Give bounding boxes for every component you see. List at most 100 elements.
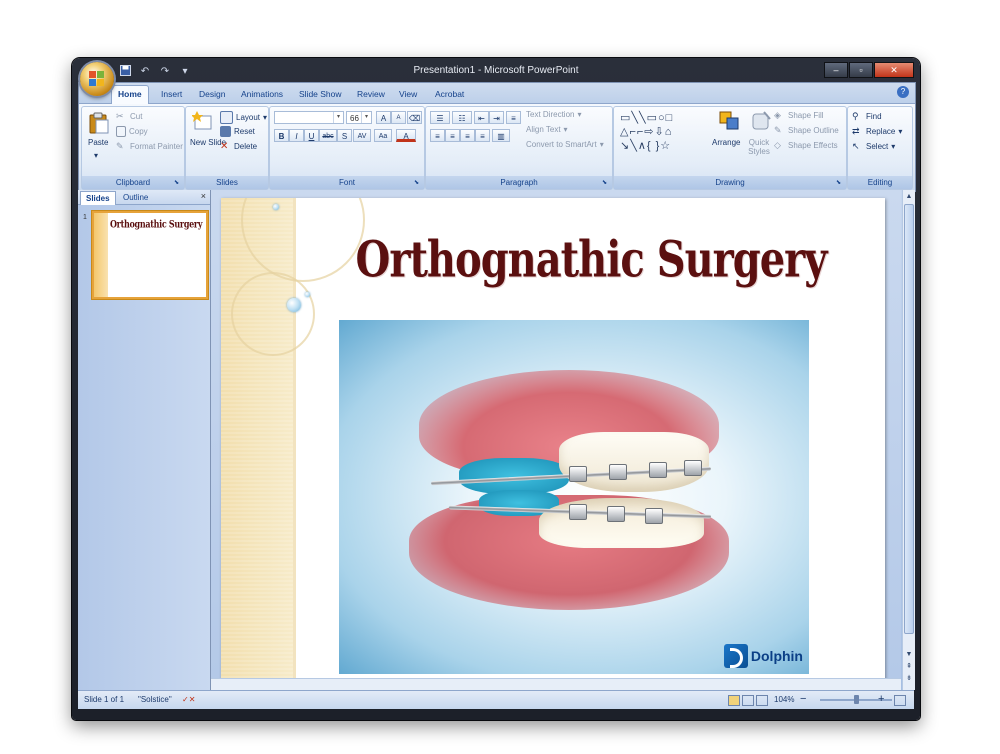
- tab-design[interactable]: Design: [193, 86, 231, 102]
- numbering-button[interactable]: ☷: [452, 111, 472, 124]
- change-case-button[interactable]: Aa: [374, 129, 392, 142]
- font-family-dropdown-icon[interactable]: ▾: [333, 112, 343, 123]
- text-direction-button[interactable]: Text Direction ▾: [526, 110, 581, 119]
- shapes-row-2[interactable]: △⌐⌐⇨⇩⌂: [620, 125, 716, 139]
- copy-button[interactable]: Copy: [116, 126, 148, 137]
- slide-title[interactable]: Orthognathic Surgery: [321, 230, 861, 289]
- qat-more-icon[interactable]: ▾: [178, 65, 192, 79]
- italic-button[interactable]: I: [289, 129, 304, 142]
- font-size-combo[interactable]: 66 ▾: [346, 111, 372, 124]
- spelling-check-icon[interactable]: ✓✕: [182, 695, 195, 704]
- tab-slides[interactable]: Slides: [80, 191, 116, 205]
- select-button[interactable]: ↖ Select ▾: [852, 141, 895, 152]
- tab-review[interactable]: Review: [351, 86, 391, 102]
- slide-show-icon[interactable]: [756, 695, 768, 706]
- tab-slide-show[interactable]: Slide Show: [293, 86, 348, 102]
- next-slide-icon[interactable]: ⇟: [904, 674, 914, 684]
- reset-button[interactable]: Reset: [220, 126, 255, 137]
- layout-button[interactable]: Layout ▾: [220, 111, 267, 124]
- font-size-dropdown-icon[interactable]: ▾: [361, 112, 371, 123]
- thumbnail-title: Orthognathic Surgery: [110, 217, 203, 230]
- align-left-button[interactable]: ≡: [430, 129, 445, 142]
- shape-outline-button[interactable]: ✎ Shape Outline: [774, 125, 839, 136]
- help-icon[interactable]: ?: [897, 86, 909, 98]
- align-right-button[interactable]: ≡: [460, 129, 475, 142]
- quick-styles-button[interactable]: Quick Styles: [744, 138, 774, 156]
- find-button[interactable]: ⚲ Find: [852, 111, 882, 122]
- justify-button[interactable]: ≡: [475, 129, 490, 142]
- office-button[interactable]: [80, 62, 114, 96]
- tab-insert[interactable]: Insert: [155, 86, 188, 102]
- increase-indent-button[interactable]: ⇥: [489, 111, 504, 124]
- vertical-scrollbar[interactable]: ▲ ▼ ⇞ ⇟: [902, 190, 915, 690]
- normal-view-icon[interactable]: [728, 695, 740, 706]
- font-family-combo[interactable]: ▾: [274, 111, 344, 124]
- cut-label: Cut: [130, 112, 143, 121]
- slide-sorter-icon[interactable]: [742, 695, 754, 706]
- tab-animations[interactable]: Animations: [235, 86, 289, 102]
- text-shadow-button[interactable]: S: [337, 129, 352, 142]
- scroll-thumb[interactable]: [904, 204, 914, 634]
- shape-effects-button[interactable]: ◇ Shape Effects: [774, 140, 838, 151]
- zoom-out-button[interactable]: −: [800, 693, 806, 705]
- convert-smartart-button[interactable]: Convert to SmartArt ▾: [526, 140, 604, 149]
- columns-button[interactable]: ▥: [492, 129, 510, 142]
- slide-canvas[interactable]: Orthognathic Surgery Dolphin: [221, 198, 885, 694]
- zoom-slider-knob[interactable]: [854, 695, 859, 704]
- undo-icon[interactable]: ↶: [138, 65, 152, 79]
- scroll-up-icon[interactable]: ▲: [904, 192, 914, 202]
- braces-photo[interactable]: Dolphin: [339, 320, 809, 674]
- fit-slide-icon[interactable]: [894, 695, 906, 706]
- slide-thumbnail[interactable]: Orthognathic Surgery: [92, 211, 208, 299]
- minimize-button[interactable]: –: [824, 62, 848, 78]
- zoom-in-button[interactable]: +: [878, 693, 884, 705]
- paragraph-launcher-icon[interactable]: ⬊: [602, 179, 610, 187]
- bracket-lower-3: [645, 508, 663, 524]
- arrange-button[interactable]: Arrange: [712, 138, 740, 147]
- tab-home[interactable]: Home: [111, 85, 149, 104]
- line-spacing-button[interactable]: ≡: [506, 111, 521, 124]
- font-color-button[interactable]: A: [396, 129, 416, 142]
- shape-fill-button[interactable]: ◈ Shape Fill: [774, 110, 824, 121]
- ribbon-home-panel: Paste ▾ ✂ Cut Copy ✎ Format Painter Clipbo…: [79, 104, 915, 190]
- drawing-launcher-icon[interactable]: ⬊: [836, 179, 844, 187]
- previous-slide-icon[interactable]: ⇞: [904, 662, 914, 672]
- text-direction-label: Text Direction: [526, 110, 575, 119]
- paste-button[interactable]: Paste: [88, 138, 108, 147]
- close-button[interactable]: ✕: [874, 62, 914, 78]
- shape-outline-label: Shape Outline: [788, 126, 839, 135]
- close-icon[interactable]: ×: [201, 191, 206, 201]
- zoom-level[interactable]: 104%: [774, 695, 794, 704]
- grow-font-button[interactable]: A: [376, 111, 391, 124]
- format-painter-button[interactable]: ✎ Format Painter: [116, 141, 183, 152]
- character-spacing-button[interactable]: AV: [353, 129, 371, 142]
- scroll-down-icon[interactable]: ▼: [904, 650, 914, 660]
- replace-button[interactable]: ⇄ Replace ▾: [852, 126, 902, 137]
- shapes-gallery[interactable]: ▭╲╲▭○□ △⌐⌐⇨⇩⌂ ↘╲∧{ }☆: [620, 111, 716, 153]
- underline-button[interactable]: U: [304, 129, 319, 142]
- paste-icon: [88, 111, 110, 135]
- bullets-button[interactable]: ☰: [430, 111, 450, 124]
- clear-formatting-icon[interactable]: ⌫: [407, 111, 422, 124]
- align-center-button[interactable]: ≡: [445, 129, 460, 142]
- shapes-row-1[interactable]: ▭╲╲▭○□: [620, 111, 716, 125]
- paste-dropdown-icon[interactable]: ▾: [94, 151, 98, 160]
- maximize-button[interactable]: ▫: [849, 62, 873, 78]
- shrink-font-button[interactable]: A: [391, 111, 406, 124]
- shapes-row-3[interactable]: ↘╲∧{ }☆: [620, 139, 716, 153]
- align-text-button[interactable]: Align Text ▾: [526, 125, 568, 134]
- cut-button[interactable]: ✂ Cut: [116, 111, 142, 122]
- decrease-indent-button[interactable]: ⇤: [474, 111, 489, 124]
- tab-acrobat[interactable]: Acrobat: [429, 86, 470, 102]
- font-launcher-icon[interactable]: ⬊: [414, 179, 422, 187]
- clipboard-launcher-icon[interactable]: ⬊: [174, 179, 182, 187]
- powerpoint-window: Presentation1 - Microsoft PowerPoint ↶ ↷…: [72, 58, 920, 720]
- strikethrough-button[interactable]: abc: [319, 129, 337, 142]
- tab-outline[interactable]: Outline: [118, 191, 153, 204]
- bold-button[interactable]: B: [274, 129, 289, 142]
- tab-view[interactable]: View: [393, 86, 423, 102]
- delete-button[interactable]: ✕ Delete: [220, 141, 257, 152]
- bracket-upper-1: [569, 466, 587, 482]
- save-icon[interactable]: [118, 65, 132, 79]
- redo-icon[interactable]: ↷: [158, 65, 172, 79]
